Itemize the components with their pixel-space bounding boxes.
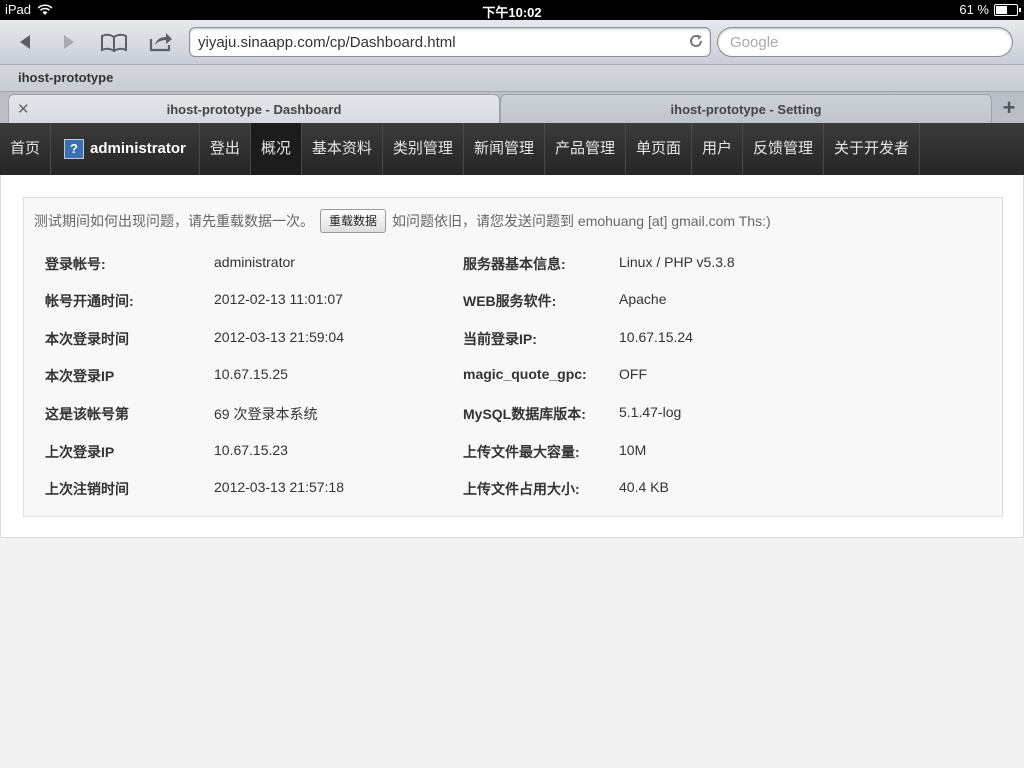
info-label: magic_quote_gpc: xyxy=(463,366,587,382)
back-button[interactable] xyxy=(10,28,40,56)
plus-icon: + xyxy=(1002,95,1016,120)
info-value: 69 次登录本系统 xyxy=(214,406,318,422)
info-label: 登录帐号: xyxy=(45,256,106,272)
book-icon xyxy=(101,33,127,53)
tab-label: ihost-prototype - Setting xyxy=(670,102,822,117)
notice-suffix: 如问题依旧，请您发送问题到 emohuang [at] gmail.com Th… xyxy=(392,213,771,229)
tab-label: ihost-prototype - Dashboard xyxy=(166,102,342,117)
url-field[interactable]: yiyaju.sinaapp.com/cp/Dashboard.html xyxy=(189,27,711,57)
battery-icon xyxy=(994,3,1021,16)
reload-data-button[interactable]: 重载数据 xyxy=(320,209,387,233)
nav-overview[interactable]: 概况 xyxy=(250,123,302,175)
nav-news[interactable]: 新闻管理 xyxy=(464,123,545,175)
nav-user[interactable]: ? administrator xyxy=(51,123,200,175)
nav-category[interactable]: 类别管理 xyxy=(383,123,464,175)
search-placeholder: Google xyxy=(730,34,779,51)
search-field[interactable]: Google xyxy=(717,27,1013,57)
info-value: 2012-02-13 11:01:07 xyxy=(214,291,343,307)
nav-logout[interactable]: 登出 xyxy=(200,123,251,175)
status-time: 下午10:02 xyxy=(482,5,542,20)
nav-products[interactable]: 产品管理 xyxy=(545,123,626,175)
dashboard-panel: 测试期间如何出现问题，请先重载数据一次。 重载数据 如问题依旧，请您发送问题到 … xyxy=(23,197,1003,517)
back-arrow-icon xyxy=(20,35,30,49)
info-label: 服务器基本信息: xyxy=(463,256,566,272)
page-content: 测试期间如何出现问题，请先重载数据一次。 重载数据 如问题依旧，请您发送问题到 … xyxy=(0,175,1024,538)
info-value: 2012-03-13 21:59:04 xyxy=(214,329,344,345)
share-icon xyxy=(149,33,172,52)
bookmarks-bar: ihost-prototype xyxy=(0,65,1024,91)
info-label: 帐号开通时间: xyxy=(45,293,134,309)
info-value: Linux / PHP v5.3.8 xyxy=(619,254,735,270)
info-value: 10M xyxy=(619,442,647,458)
info-label: MySQL数据库版本: xyxy=(463,406,586,422)
info-value: OFF xyxy=(619,366,647,382)
forward-button[interactable] xyxy=(54,28,84,56)
info-value: administrator xyxy=(214,254,295,270)
info-value: 10.67.15.23 xyxy=(214,442,288,458)
new-tab-button[interactable]: + xyxy=(994,94,1024,123)
url-text: yiyaju.sinaapp.com/cp/Dashboard.html xyxy=(198,34,456,51)
info-label: 上次登录IP xyxy=(45,444,115,460)
nav-users[interactable]: 用户 xyxy=(692,123,743,175)
info-value: 40.4 KB xyxy=(619,479,669,495)
notice-bar: 测试期间如何出现问题，请先重载数据一次。 重载数据 如问题依旧，请您发送问题到 … xyxy=(34,209,771,233)
info-label: 这是该帐号第 xyxy=(45,406,129,422)
info-label: 本次登录IP xyxy=(45,368,115,384)
nav-home[interactable]: 首页 xyxy=(0,123,52,175)
bookmarks-button[interactable] xyxy=(99,28,129,56)
tab-setting[interactable]: ihost-prototype - Setting xyxy=(500,94,992,124)
forward-arrow-icon xyxy=(64,35,74,49)
battery-percent: 61 % xyxy=(959,2,989,17)
info-value: Apache xyxy=(619,291,667,307)
nav-feedback[interactable]: 反馈管理 xyxy=(743,123,825,175)
reload-icon[interactable] xyxy=(688,33,704,49)
status-right: 61 % xyxy=(959,2,1021,17)
info-label: 当前登录IP: xyxy=(463,331,537,347)
notice-prefix: 测试期间如何出现问题，请先重载数据一次。 xyxy=(34,213,314,229)
tab-bar: ✕ ihost-prototype - Dashboard ihost-prot… xyxy=(0,91,1024,124)
browser-toolbar: yiyaju.sinaapp.com/cp/Dashboard.html Goo… xyxy=(0,20,1024,65)
nav-basic-info[interactable]: 基本资料 xyxy=(302,123,383,175)
info-label: 上次注销时间 xyxy=(45,481,129,497)
site-nav: 首页 ? administrator 登出 概况 基本资料 类别管理 新闻管理 … xyxy=(0,123,1024,175)
info-value: 10.67.15.24 xyxy=(619,329,693,345)
tab-dashboard[interactable]: ✕ ihost-prototype - Dashboard xyxy=(8,94,500,124)
share-button[interactable] xyxy=(146,28,176,56)
info-label: 上传文件占用大小: xyxy=(463,481,580,497)
info-value: 5.1.47-log xyxy=(619,404,682,420)
info-label: WEB服务软件: xyxy=(463,293,557,309)
status-bar: iPad 下午10:02 61 % xyxy=(0,0,1024,20)
info-value: 10.67.15.25 xyxy=(214,366,288,382)
help-icon: ? xyxy=(64,139,85,159)
info-value: 2012-03-13 21:57:18 xyxy=(214,479,344,495)
nav-about-developer[interactable]: 关于开发者 xyxy=(824,123,921,175)
bookmark-link[interactable]: ihost-prototype xyxy=(18,70,113,85)
info-label: 本次登录时间 xyxy=(45,331,129,347)
info-label: 上传文件最大容量: xyxy=(463,444,580,460)
nav-single-page[interactable]: 单页面 xyxy=(626,123,692,175)
close-tab-icon[interactable]: ✕ xyxy=(17,95,30,124)
nav-user-name: administrator xyxy=(90,140,186,157)
